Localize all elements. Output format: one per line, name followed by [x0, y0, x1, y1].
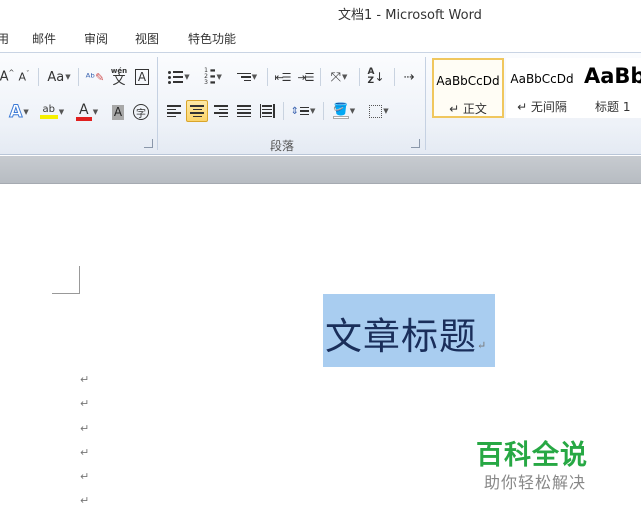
borders-button[interactable]: ▼ [364, 101, 394, 121]
tab-insert[interactable]: 用 [0, 30, 9, 47]
phonetic-guide-button[interactable]: wén 文 [108, 64, 130, 88]
character-border-icon: A [134, 69, 150, 85]
tab-mailings[interactable]: 邮件 [32, 30, 56, 47]
increase-indent-icon: ⇥☰ [297, 70, 314, 84]
paragraph-mark: ↵ [80, 470, 90, 483]
paragraph-mark-icon: ⇢ [403, 69, 415, 85]
separator [394, 68, 395, 86]
align-left-icon [167, 105, 181, 117]
bullet-list-icon [168, 70, 184, 84]
grow-font-icon: A^ [0, 69, 15, 85]
align-right-button[interactable] [211, 101, 231, 121]
character-border-button[interactable]: A [133, 67, 151, 87]
align-center-button[interactable] [186, 100, 208, 122]
clear-formatting-button[interactable]: ᴬᵇ✎ [84, 67, 106, 87]
change-case-button[interactable]: Aa ▼ [44, 67, 74, 87]
text-effects-icon: A [9, 102, 23, 123]
numbered-list-icon: 1 ▬ 2 ▬ 3 ▬ [204, 67, 216, 86]
title-bar: 文档1 - Microsoft Word [0, 0, 641, 26]
grow-font-button[interactable]: A^ [0, 67, 14, 87]
paragraph-mark: ↵ [80, 494, 90, 507]
distributed-icon [259, 104, 275, 118]
watermark-slogan: 助你轻松解决 [484, 473, 587, 492]
document-page[interactable]: 文章标题↵ ↵ ↵ ↵ ↵ ↵ ↵ 百科全说 助你轻松解决 [0, 185, 641, 521]
paragraph-dialog-launcher[interactable] [411, 139, 420, 148]
separator [267, 68, 268, 86]
shrink-font-icon: Aˇ [18, 70, 30, 84]
style-sample: AaBb [584, 64, 641, 88]
change-case-icon: Aa [47, 69, 65, 85]
align-right-icon [214, 105, 228, 117]
numbering-button[interactable]: 1 ▬ 2 ▬ 3 ▬ ▼ [198, 67, 228, 87]
window-title: 文档1 - Microsoft Word [338, 8, 482, 23]
font-dialog-launcher[interactable] [144, 139, 153, 148]
bullets-button[interactable]: ▼ [164, 67, 194, 87]
style-name: ↵ 无间隔 [517, 100, 567, 114]
line-spacing-icon: ⇕ [291, 106, 309, 117]
style-name: ↵ 正文 [449, 102, 487, 116]
justify-icon [237, 105, 251, 117]
tab-review[interactable]: 审阅 [84, 30, 108, 47]
decrease-indent-button[interactable]: ⇤☰ [272, 67, 292, 87]
chinese-layout-icon: ⤧ [330, 69, 341, 85]
highlighter-icon: ab [39, 105, 58, 119]
decrease-indent-icon: ⇤☰ [274, 70, 291, 84]
separator [359, 68, 360, 86]
multilevel-list-icon [236, 72, 251, 82]
paragraph-mark: ↵ [80, 397, 90, 410]
enclose-characters-button[interactable]: 字 [131, 102, 151, 122]
sort-button[interactable]: AZ ↓ [365, 65, 387, 89]
margin-corner-mark [52, 266, 80, 294]
enclose-characters-icon: 字 [133, 104, 149, 120]
paragraph-mark: ↵ [80, 373, 90, 386]
separator [323, 102, 324, 120]
group-separator [157, 57, 158, 150]
ruler-strip [0, 156, 641, 184]
styles-gallery: AaBbCcDd ↵ 正文 AaBbCcDd ↵ 无间隔 AaBb 标题 1 [432, 58, 641, 120]
tab-view[interactable]: 视图 [135, 30, 159, 47]
align-left-button[interactable] [164, 101, 184, 121]
shrink-font-button[interactable]: Aˇ [15, 67, 33, 87]
style-heading-1[interactable]: AaBb 标题 1 [578, 58, 641, 118]
justify-button[interactable] [234, 101, 254, 121]
paint-bucket-icon: 🪣 [332, 103, 349, 119]
character-shading-button[interactable]: A [110, 103, 126, 121]
style-no-spacing[interactable]: AaBbCcDd ↵ 无间隔 [506, 58, 578, 118]
highlight-button[interactable]: ab ▼ [37, 101, 67, 123]
shading-button[interactable]: 🪣 ▼ [329, 101, 359, 121]
show-hide-marks-button[interactable]: ⇢ [399, 67, 419, 87]
paragraph-mark: ↵ [80, 422, 90, 435]
sort-icon: AZ [367, 67, 375, 86]
chinese-layout-button[interactable]: ⤧ ▼ [325, 67, 353, 87]
font-color-icon: A [75, 103, 92, 121]
distributed-button[interactable] [257, 101, 277, 121]
separator [320, 68, 321, 86]
line-spacing-button[interactable]: ⇕ ▼ [289, 101, 317, 121]
style-name: 标题 1 [595, 100, 631, 114]
separator [78, 68, 79, 86]
borders-icon [369, 104, 383, 118]
phonetic-guide-icon: wén 文 [110, 67, 128, 88]
tab-special-features[interactable]: 特色功能 [188, 30, 236, 47]
separator [283, 102, 284, 120]
paragraph-mark: ↵ [80, 446, 90, 459]
clear-formatting-icon: ᴬᵇ✎ [85, 70, 105, 84]
increase-indent-button[interactable]: ⇥☰ [295, 67, 315, 87]
paragraph-group-label: 段落 [270, 139, 295, 153]
style-sample: AaBbCcDd [436, 74, 500, 88]
watermark-logo-text: 百科全说 [476, 440, 588, 471]
ribbon: A^ Aˇ Aa▼ ᴬᵇ✎ wén 文 A A▼ ab ▼ A ▼ A 字 [0, 52, 641, 155]
style-normal[interactable]: AaBbCcDd ↵ 正文 [432, 58, 504, 118]
document-title-text[interactable]: 文章标题↵ [325, 306, 486, 360]
text-effects-button[interactable]: A ▼ [8, 101, 30, 123]
separator [38, 68, 39, 86]
style-sample: AaBbCcDd [510, 72, 574, 86]
group-separator [425, 57, 426, 150]
align-center-icon [190, 105, 204, 117]
ribbon-tabs: 用 邮件 审阅 视图 特色功能 [0, 26, 641, 52]
multilevel-list-button[interactable]: ▼ [232, 67, 262, 87]
character-shading-icon: A [111, 104, 125, 120]
font-color-button[interactable]: A ▼ [72, 101, 102, 123]
